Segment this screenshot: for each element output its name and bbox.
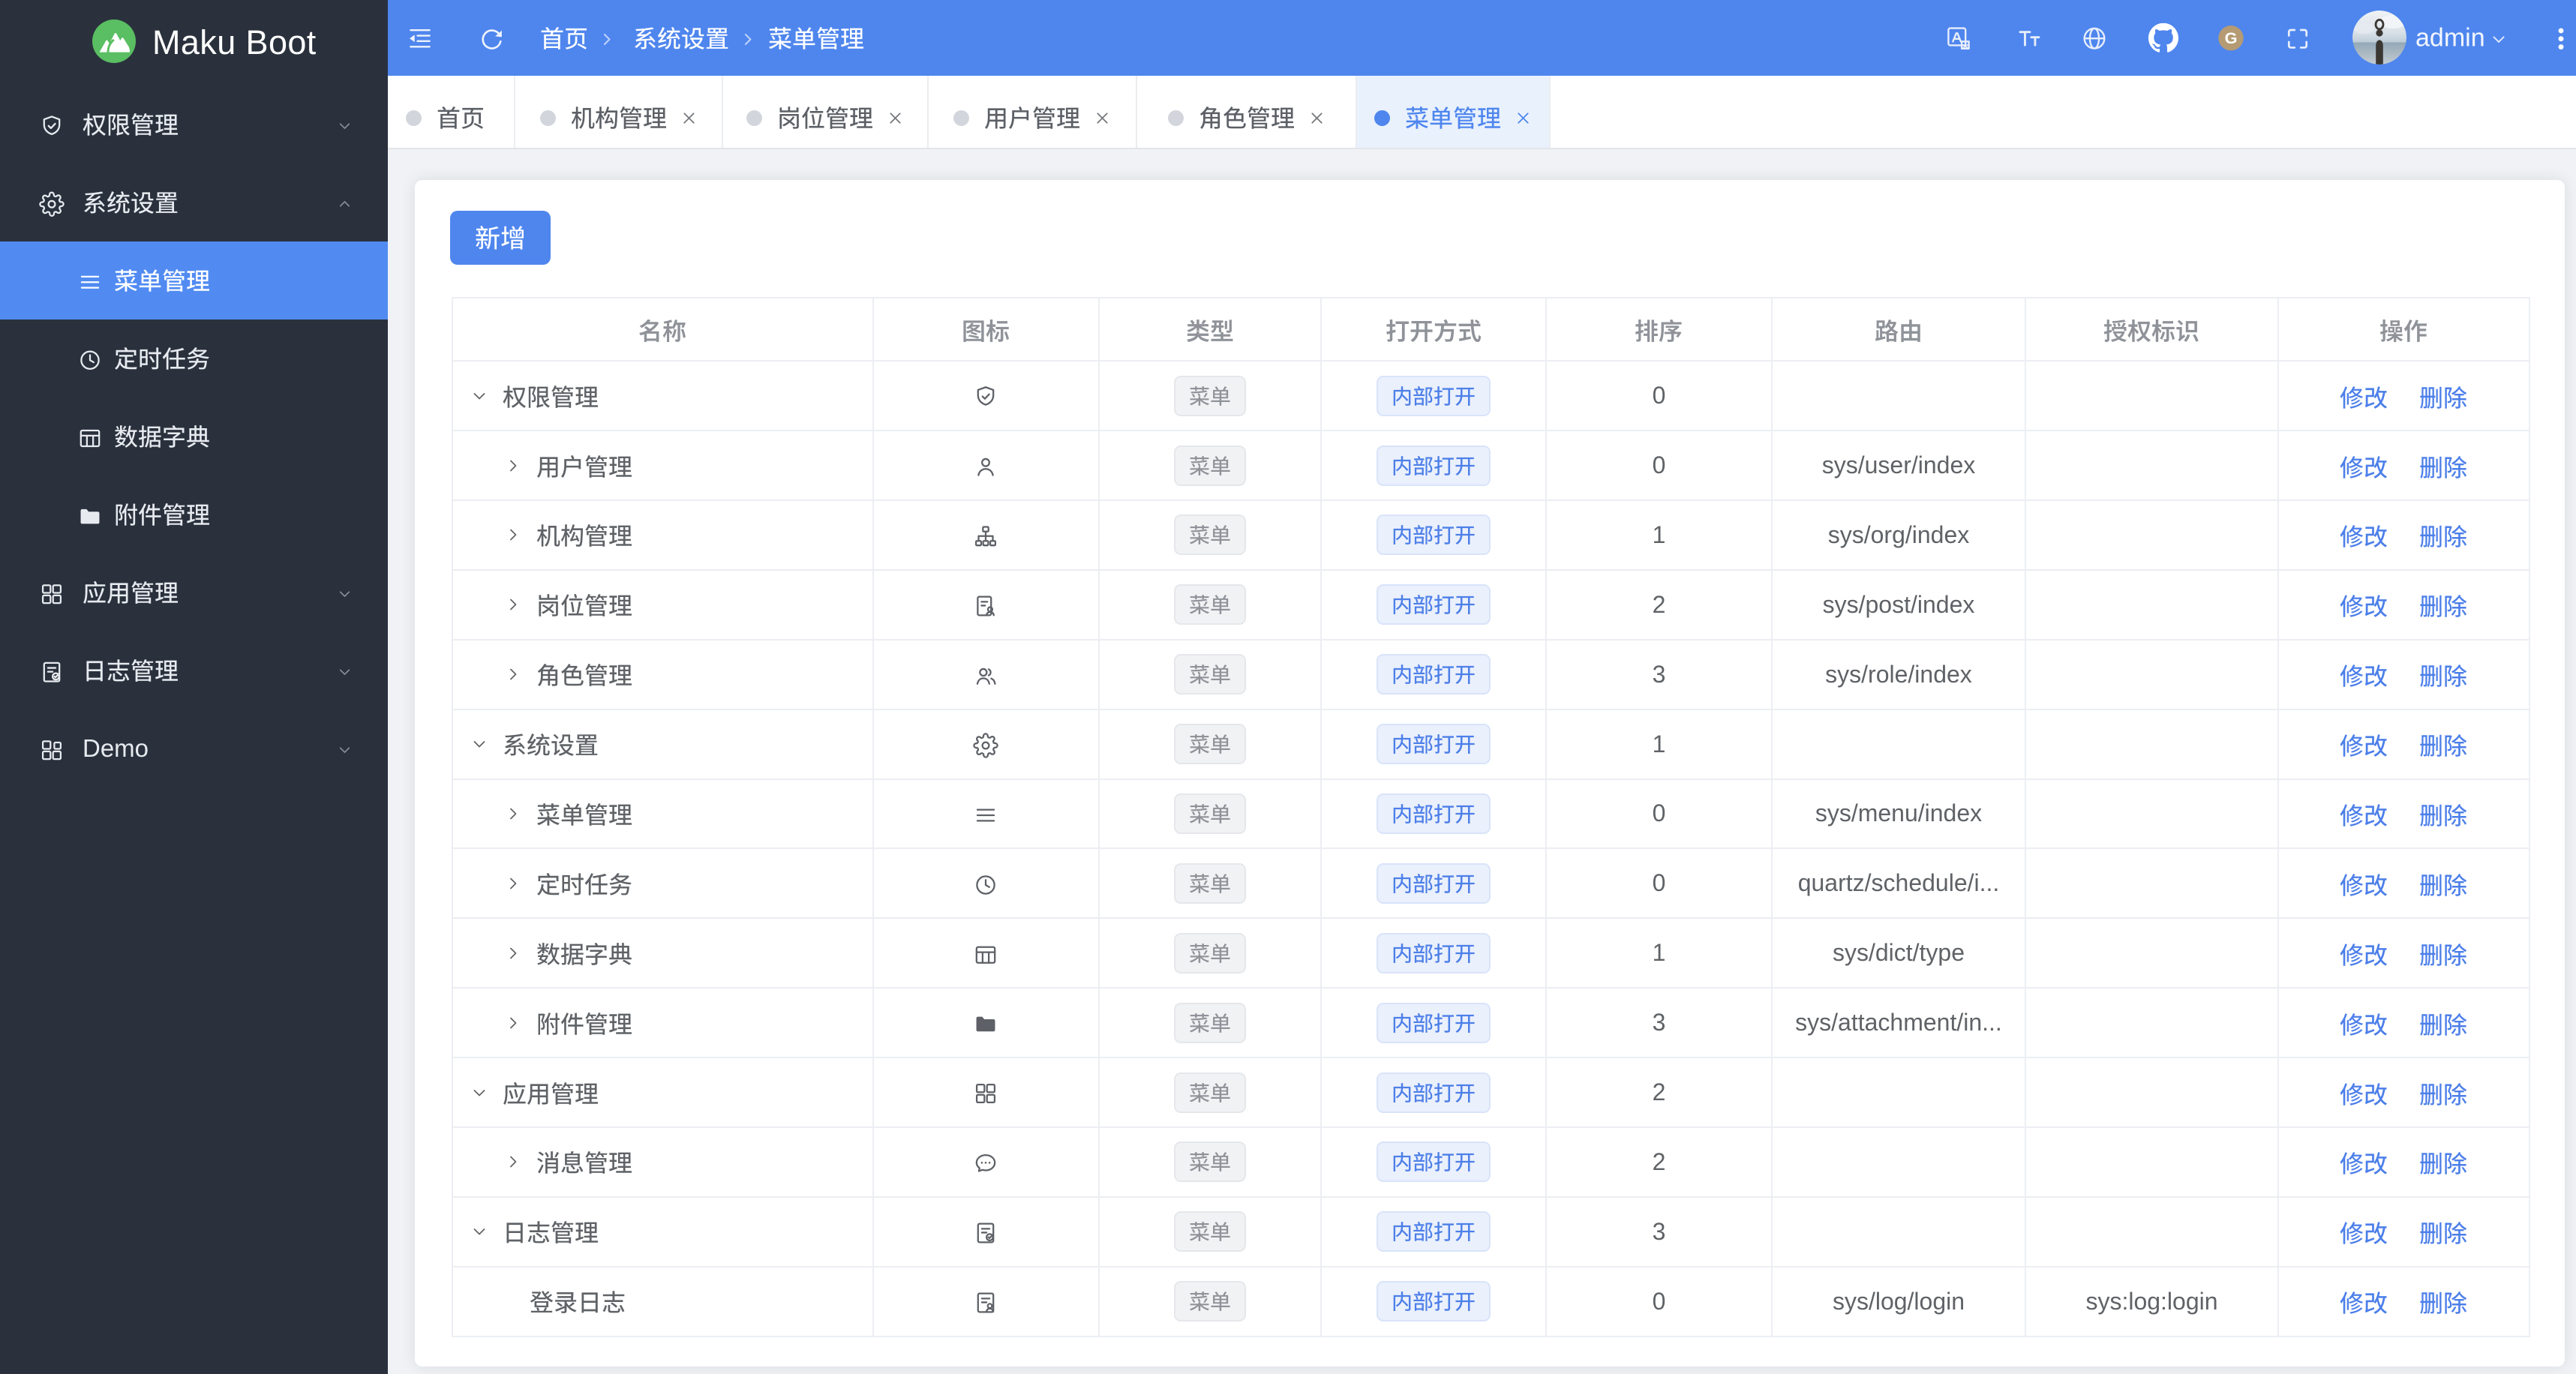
svg-text:G: G — [2225, 28, 2238, 47]
